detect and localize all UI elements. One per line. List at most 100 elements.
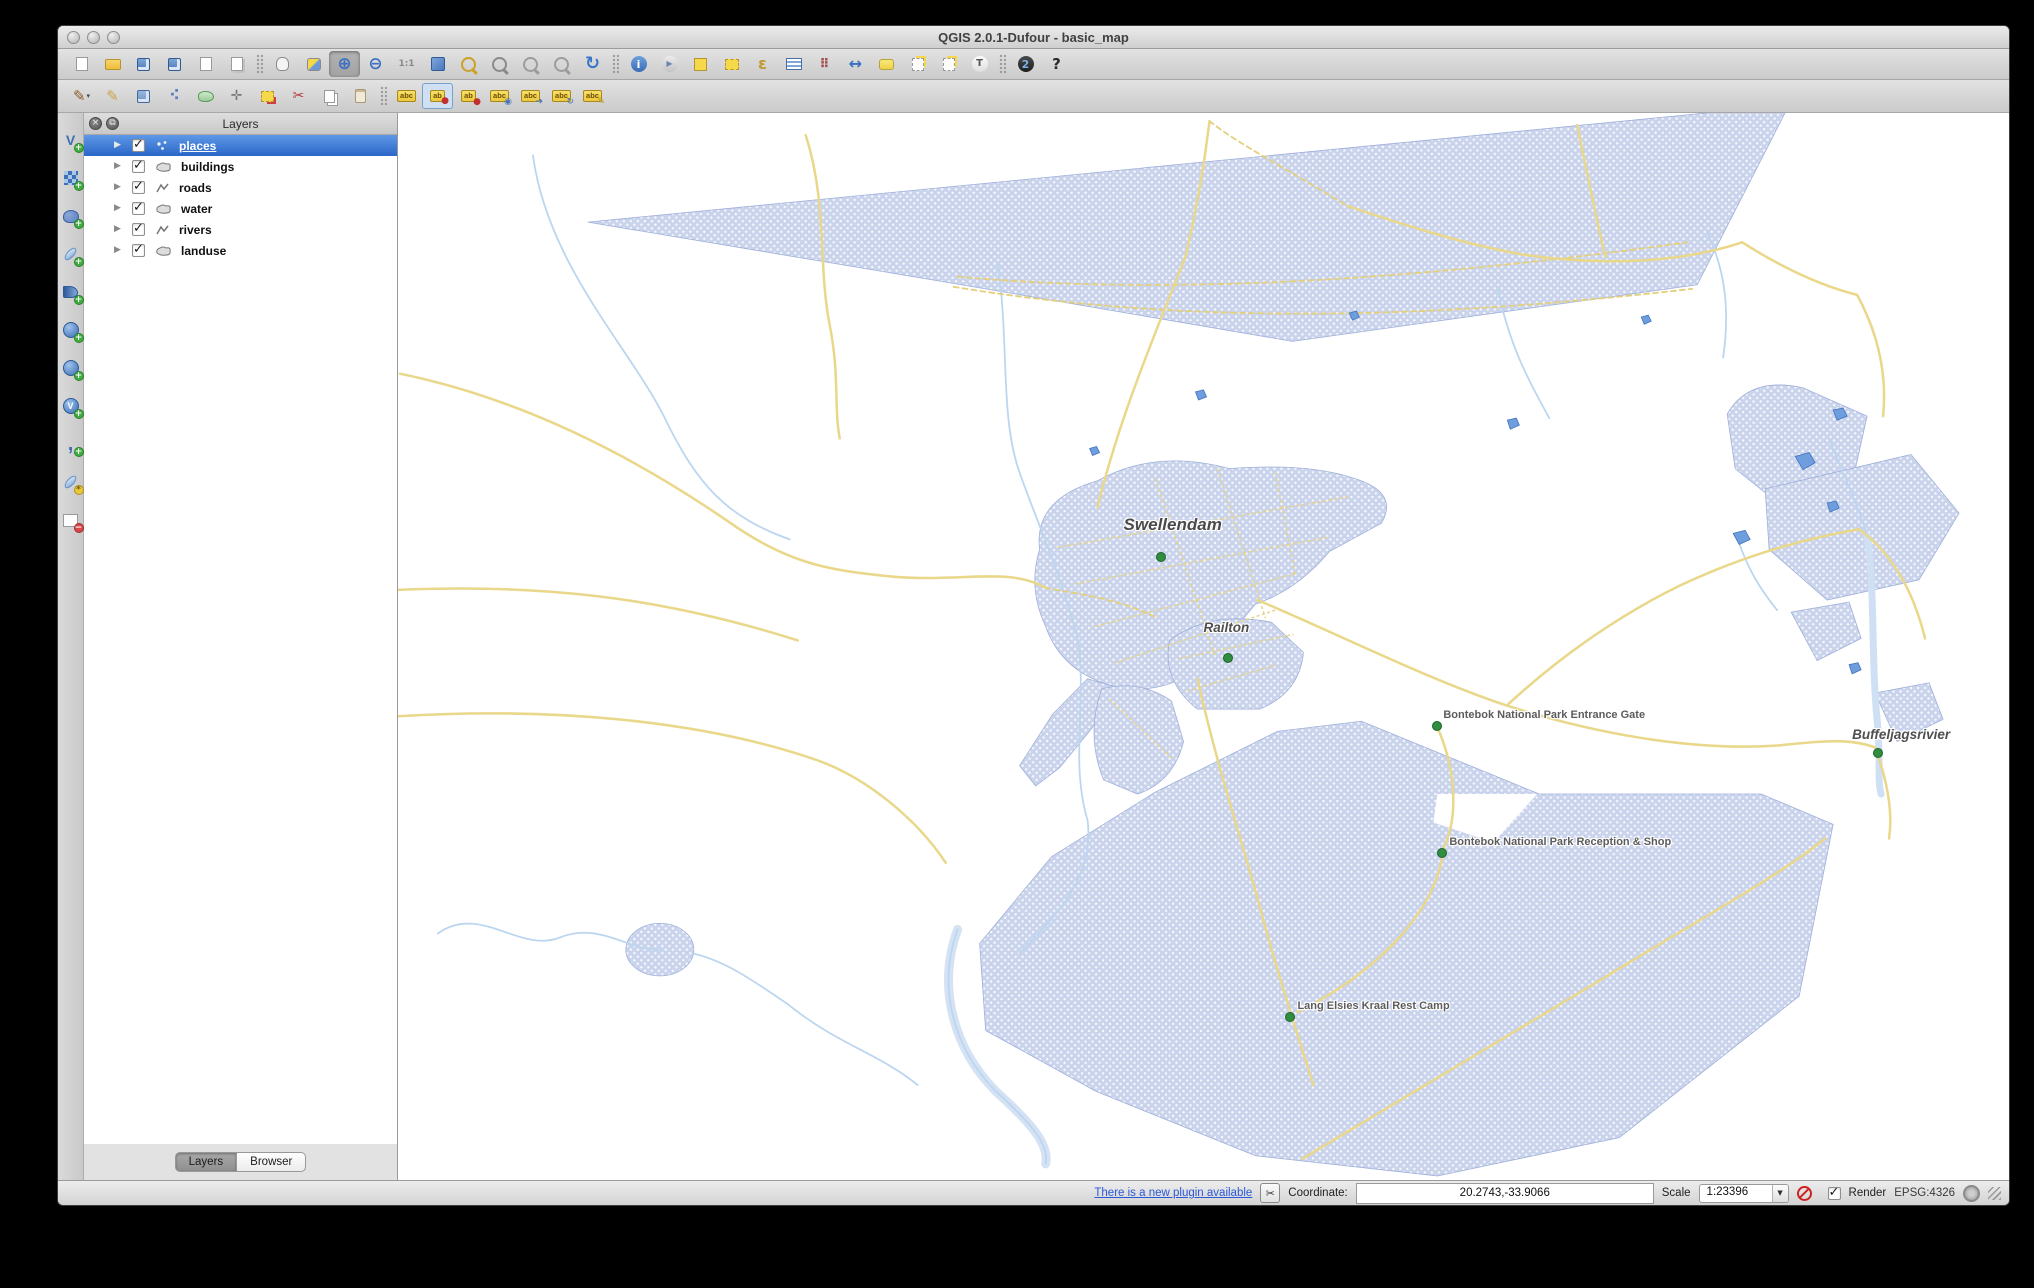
zoom-actual-size-icon[interactable]: 1:1 (391, 51, 422, 77)
copy-features-icon[interactable] (314, 83, 345, 109)
layer-visibility-checkbox[interactable] (132, 179, 145, 194)
zoom-out-icon[interactable]: ⊖ (360, 51, 391, 77)
layers-panel: × ⧉ Layers places buildings roads water rive… (84, 113, 398, 1180)
zoom-full-extent-icon[interactable] (422, 51, 453, 77)
plugin-available-link[interactable]: There is a new plugin available (1094, 1187, 1252, 1199)
zoom-to-layer-icon[interactable] (484, 51, 515, 77)
scale-combo[interactable]: 1:23396 ▼ (1698, 1183, 1789, 1203)
map-tips-icon[interactable] (871, 51, 902, 77)
layer-visibility-checkbox[interactable] (132, 158, 145, 173)
add-postgis-layer-icon[interactable]: + (58, 203, 84, 229)
float-panel-icon[interactable]: ⧉ (106, 117, 119, 130)
layer-name: buildings (181, 159, 235, 174)
add-wcs-layer-icon[interactable]: + (58, 355, 84, 381)
pan-map-to-selection-icon[interactable] (298, 51, 329, 77)
add-wfs-layer-icon[interactable]: V + (58, 393, 84, 419)
zoom-to-selection-icon[interactable] (453, 51, 484, 77)
new-print-composer-icon[interactable] (190, 51, 221, 77)
layer-visibility-checkbox[interactable] (132, 242, 145, 257)
open-attribute-table-icon[interactable] (778, 51, 809, 77)
delete-selected-icon[interactable] (252, 83, 283, 109)
line-layer-icon (155, 224, 171, 236)
chevron-down-icon[interactable]: ▼ (1771, 1184, 1788, 1202)
zoom-next-icon[interactable] (546, 51, 577, 77)
polygon-layer-icon (155, 203, 173, 215)
add-mssql-layer-icon[interactable]: + (58, 279, 84, 305)
add-feature-icon[interactable] (190, 83, 221, 109)
tab-layers[interactable]: Layers (174, 1152, 238, 1172)
expand-arrow-icon[interactable] (114, 225, 124, 234)
expand-arrow-icon[interactable] (114, 204, 124, 213)
expand-arrow-icon[interactable] (114, 162, 124, 171)
add-vector-layer-icon[interactable]: V + (58, 127, 84, 153)
layer-row-places[interactable]: places (84, 135, 397, 156)
help-contents-icon[interactable]: 2 (1010, 51, 1041, 77)
layer-visibility-checkbox[interactable] (132, 137, 145, 152)
run-feature-action-icon[interactable]: ▶ (654, 51, 685, 77)
resize-grip[interactable] (1988, 1186, 2001, 1200)
layer-visibility-checkbox[interactable] (132, 200, 145, 215)
tab-browser[interactable]: Browser (237, 1152, 307, 1172)
show-hide-labels-icon[interactable]: abc ◉ (484, 83, 515, 109)
remove-layer-icon[interactable]: − (58, 507, 84, 533)
measure-line-icon[interactable]: ↔ (840, 51, 871, 77)
add-raster-layer-icon[interactable]: + (58, 165, 84, 191)
select-by-expression-icon[interactable]: ε (747, 51, 778, 77)
layer-row-rivers[interactable]: rivers (84, 219, 397, 240)
new-bookmark-icon[interactable] (902, 51, 933, 77)
move-feature-icon[interactable]: ✛ (221, 83, 252, 109)
layer-row-water[interactable]: water (84, 198, 397, 219)
render-checkbox[interactable] (1827, 1185, 1841, 1200)
paste-features-icon[interactable] (345, 83, 376, 109)
rotate-label-icon[interactable]: abc ↻ (546, 83, 577, 109)
pan-map-icon[interactable] (267, 51, 298, 77)
new-spatialite-layer-icon[interactable]: * (58, 469, 84, 495)
node-tool-icon[interactable]: ⠪ (159, 83, 190, 109)
new-project-icon[interactable] (66, 51, 97, 77)
refresh-map-icon[interactable]: ↻ (577, 51, 608, 77)
field-calculator-icon[interactable]: ⠿ (809, 51, 840, 77)
layer-row-buildings[interactable]: buildings (84, 156, 397, 177)
title-bar[interactable]: QGIS 2.0.1-Dufour - basic_map (58, 26, 2009, 49)
pin-unpin-labels-icon[interactable]: ab ● (422, 83, 453, 109)
deselect-features-icon[interactable] (716, 51, 747, 77)
add-spatialite-layer-icon[interactable]: + (58, 241, 84, 267)
zoom-window-button[interactable] (107, 30, 120, 44)
zoom-last-icon[interactable] (515, 51, 546, 77)
main-toolbar: ⊕ ⊖ 1:1 ↻ i ▶ ε ⠿ ↔ T 2? (58, 49, 2009, 80)
add-delimited-text-layer-icon[interactable]: , + (58, 431, 84, 457)
move-label-icon[interactable]: abc ➜ (515, 83, 546, 109)
close-window-button[interactable] (67, 30, 80, 44)
identify-features-icon[interactable]: i (623, 51, 654, 77)
cut-features-icon[interactable]: ✂ (283, 83, 314, 109)
add-wms-layer-icon[interactable]: + (58, 317, 84, 343)
toggle-editing-icon[interactable]: ✎ (97, 83, 128, 109)
open-project-icon[interactable] (97, 51, 128, 77)
stop-render-icon[interactable] (1796, 1185, 1812, 1201)
map-canvas[interactable]: Swellendam Railton Bontebok National Park … (398, 113, 2009, 1180)
save-project-icon[interactable] (128, 51, 159, 77)
composer-manager-icon[interactable] (221, 51, 252, 77)
expand-arrow-icon[interactable] (114, 141, 124, 150)
text-annotation-icon[interactable]: T (964, 51, 995, 77)
show-bookmarks-icon[interactable] (933, 51, 964, 77)
layer-visibility-checkbox[interactable] (132, 221, 145, 236)
zoom-in-icon[interactable]: ⊕ (329, 51, 360, 77)
labeling-icon[interactable]: abc (391, 83, 422, 109)
coordinate-input[interactable] (1355, 1182, 1654, 1204)
change-label-icon[interactable]: abc ✎ (577, 83, 608, 109)
expand-arrow-icon[interactable] (114, 246, 124, 255)
crs-globe-icon[interactable] (1963, 1184, 1980, 1202)
plugin-icon[interactable]: ✂ (1260, 1183, 1281, 1203)
highlight-pinned-labels-icon[interactable]: ab ● (453, 83, 484, 109)
save-project-as-icon[interactable] (159, 51, 190, 77)
close-panel-icon[interactable]: × (89, 117, 102, 130)
current-edits-icon[interactable]: ✎ ▾ (66, 83, 97, 109)
layer-row-landuse[interactable]: landuse (84, 240, 397, 261)
expand-arrow-icon[interactable] (114, 183, 124, 192)
layer-row-roads[interactable]: roads (84, 177, 397, 198)
minimize-window-button[interactable] (87, 30, 100, 44)
whats-this-icon[interactable]: ? (1041, 51, 1072, 77)
select-features-icon[interactable] (685, 51, 716, 77)
save-layer-edits-icon[interactable] (128, 83, 159, 109)
